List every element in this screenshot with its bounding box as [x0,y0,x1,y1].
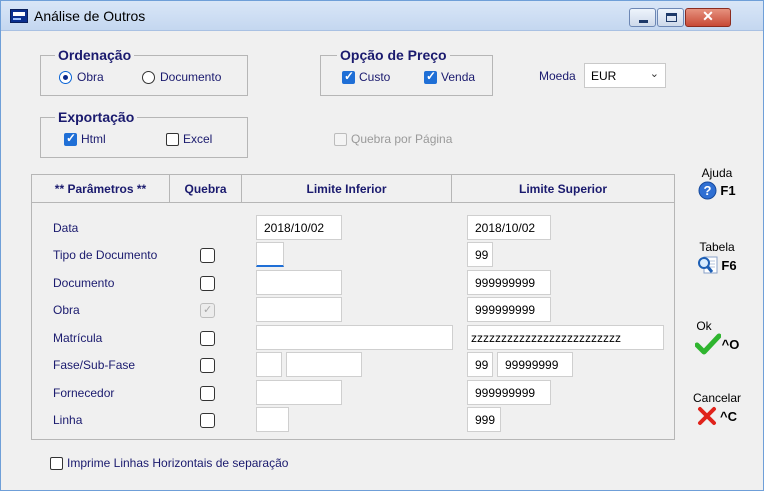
row-label-documento: Documento [53,276,115,290]
custo-check-box [342,69,355,84]
minimize-icon [639,20,648,23]
tipo-documento-superior-input[interactable]: 99 [467,242,493,267]
documento-quebra-checkbox[interactable] [200,276,215,291]
html-label: Html [81,132,106,146]
radio-obra-label: Obra [77,70,104,84]
linha-quebra-checkbox[interactable] [200,413,215,428]
app-icon [10,9,28,23]
moeda-select[interactable]: EUR ⌄ [584,63,666,88]
cancelar-button[interactable]: Cancelar ^C [677,391,757,426]
radio-obra[interactable]: Obra [59,70,104,84]
header-limite-superior: Limite Superior [452,175,674,203]
matricula-superior-input[interactable]: zzzzzzzzzzzzzzzzzzzzzzzzz [467,325,664,350]
close-icon: ✕ [702,8,714,24]
ajuda-label: Ajuda [701,166,733,180]
close-button[interactable]: ✕ [685,8,731,27]
fase-inferior-input[interactable] [256,352,282,377]
radio-documento-label: Documento [160,70,222,84]
linha-superior-input[interactable]: 999 [467,407,501,432]
maximize-button[interactable] [657,8,684,27]
ok-button[interactable]: Ok ^O [677,319,757,355]
quebra-pagina-label: Quebra por Página [351,132,453,146]
radio-documento[interactable]: Documento [142,70,221,84]
venda-checkbox[interactable]: Venda [424,69,476,84]
row-label-fornecedor: Fornecedor [53,386,115,400]
imprime-check-box [50,456,63,470]
title-bar: Análise de Outros ✕ [1,1,763,31]
row-label-fase-sub-fase: Fase/Sub-Fase [53,358,136,372]
data-inferior-input[interactable]: 2018/10/02 [256,215,342,240]
sub-fase-superior-input[interactable]: 99999999 [497,352,573,377]
checkmark-icon [694,333,721,355]
fornecedor-superior-input[interactable]: 999999999 [467,380,551,405]
cancelar-key: ^C [720,408,737,424]
parameters-panel: ** Parâmetros ** Quebra Limite Inferior … [31,174,675,440]
custo-checkbox[interactable]: Custo [342,69,391,84]
row-label-tipo-documento: Tipo de Documento [53,248,158,262]
documento-superior-input[interactable]: 999999999 [467,270,551,295]
imprime-label: Imprime Linhas Horizontais de separação [67,456,289,470]
ok-key: ^O [721,336,740,352]
window-title: Análise de Outros [34,8,146,24]
row-label-matricula: Matrícula [53,331,103,345]
fornecedor-inferior-input[interactable] [256,380,342,405]
html-check-box [64,131,77,146]
linha-inferior-input[interactable] [256,407,289,432]
ajuda-key: F1 [720,183,736,198]
excel-check-box [166,132,179,146]
maximize-icon [666,13,677,22]
fase-superior-input[interactable]: 99 [467,352,493,377]
minimize-button[interactable] [629,8,656,27]
moeda-label: Moeda [539,69,576,83]
tabela-label: Tabela [699,240,735,254]
help-icon: ? [698,181,717,200]
opcao-preco-label: Opção de Preço [337,47,450,63]
tabela-key: F6 [721,257,737,273]
html-checkbox[interactable]: Html [64,131,106,146]
header-quebra: Quebra [170,175,242,203]
quebra-pagina-check-box [334,132,347,146]
radio-documento-dot [142,70,155,84]
ordenacao-label: Ordenação [55,47,135,63]
header-limite-inferior: Limite Inferior [242,175,452,203]
data-superior-input[interactable]: 2018/10/02 [467,215,551,240]
radio-obra-dot [59,70,72,84]
tipo-documento-quebra-checkbox[interactable] [200,248,215,263]
venda-check-box [424,69,437,84]
imprime-linhas-checkbox[interactable]: Imprime Linhas Horizontais de separação [50,456,288,470]
magnifier-table-icon [698,256,718,274]
matricula-inferior-input[interactable] [256,325,453,350]
row-label-data: Data [53,221,79,235]
tipo-documento-inferior-input[interactable] [256,242,284,267]
excel-label: Excel [183,132,213,146]
fornecedor-quebra-checkbox[interactable] [200,386,215,401]
svg-text:?: ? [704,183,712,198]
fase-quebra-checkbox[interactable] [200,358,215,373]
obra-superior-input[interactable]: 999999999 [467,297,551,322]
ajuda-button[interactable]: Ajuda ? F1 [677,166,757,200]
ok-label: Ok [696,319,712,333]
documento-inferior-input[interactable] [256,270,342,295]
matricula-quebra-checkbox[interactable] [200,331,215,346]
tabela-button[interactable]: Tabela F6 [677,240,757,275]
custo-label: Custo [359,70,391,84]
cross-icon [698,407,716,425]
venda-label: Venda [441,70,476,84]
cancelar-label: Cancelar [692,391,742,405]
chevron-down-icon: ⌄ [649,68,659,80]
quebra-pagina-checkbox[interactable]: Quebra por Página [334,132,452,146]
row-label-obra: Obra [53,303,80,317]
obra-inferior-input[interactable] [256,297,342,322]
sub-fase-inferior-input[interactable] [286,352,362,377]
moeda-value: EUR [591,69,617,83]
obra-quebra-checkbox[interactable] [200,303,215,318]
exportacao-label: Exportação [55,109,138,125]
header-parametros: ** Parâmetros ** [32,175,170,203]
dialog-window: Análise de Outros ✕ Ordenação Obra Docum… [0,0,764,491]
excel-checkbox[interactable]: Excel [166,132,212,146]
row-label-linha: Linha [53,413,83,427]
